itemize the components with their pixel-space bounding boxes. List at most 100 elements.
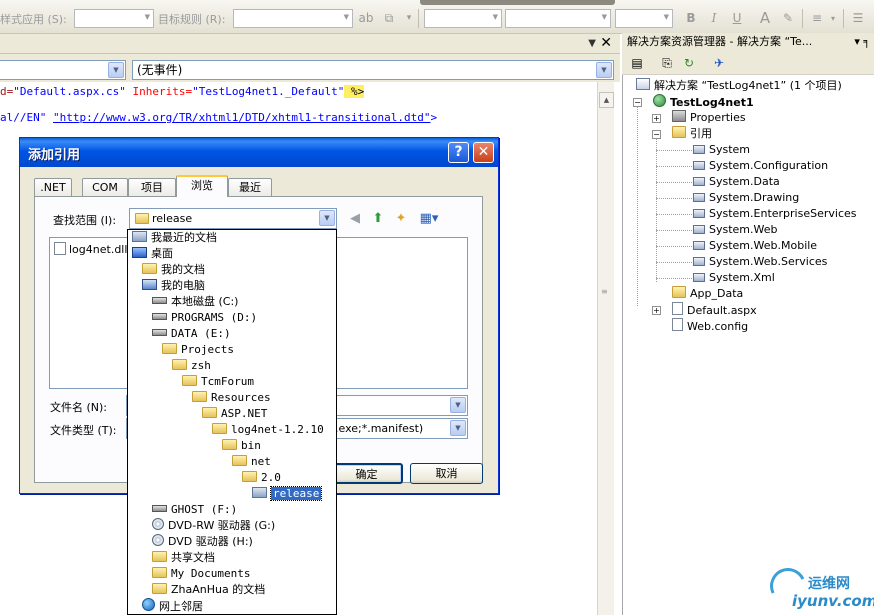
- watermark-domain: iyunv.com: [792, 592, 874, 610]
- reference-item[interactable]: System.Data: [693, 174, 780, 190]
- font-color-icon[interactable]: A: [756, 10, 774, 27]
- target-rule-combo[interactable]: [233, 9, 353, 28]
- project-node[interactable]: TestLog4net1: [653, 94, 754, 110]
- look-in-item[interactable]: ZhaAnHua 的文档: [152, 582, 265, 598]
- reference-item[interactable]: System.Web.Mobile: [693, 238, 817, 254]
- block-format-combo[interactable]: [424, 9, 502, 28]
- copy-style-icon[interactable]: ⧉: [380, 10, 398, 27]
- font-name-combo[interactable]: [505, 9, 611, 28]
- properties-node[interactable]: Properties: [672, 110, 746, 126]
- look-in-item[interactable]: 共享文档: [152, 550, 215, 566]
- reference-item[interactable]: System.EnterpriseServices: [693, 206, 857, 222]
- look-in-dropdown-list[interactable]: 我最近的文档 桌面 我的文档 我的电脑 本地磁盘 (C:) PROGRAMS (…: [127, 229, 337, 615]
- tab-recent[interactable]: 最近: [228, 178, 272, 196]
- editor-vertical-scrollbar[interactable]: ▲ ≡: [597, 82, 614, 615]
- tree-line: [656, 230, 692, 231]
- config-file-icon: [672, 318, 683, 331]
- look-in-combo[interactable]: release ▼: [129, 208, 337, 229]
- expand-icon[interactable]: +: [652, 114, 661, 123]
- look-in-item[interactable]: DATA (E:): [152, 326, 231, 342]
- close-button[interactable]: ✕: [473, 142, 494, 163]
- reference-item[interactable]: System.Web: [693, 222, 778, 238]
- look-in-item[interactable]: 网上邻居: [142, 598, 203, 614]
- dialog-titlebar[interactable]: 添加引用 ? ✕: [20, 138, 498, 167]
- show-all-files-icon[interactable]: ⎘: [658, 54, 676, 72]
- editor-tab-menu-icon[interactable]: ▼: [588, 38, 596, 49]
- window-position-icon[interactable]: ▾ ╕: [854, 33, 870, 51]
- default-aspx-node[interactable]: Default.aspx: [672, 302, 757, 318]
- view-menu-icon[interactable]: ▦▾: [416, 210, 442, 228]
- font-size-combo[interactable]: [615, 9, 673, 28]
- look-in-item[interactable]: 我的文档: [142, 262, 205, 278]
- look-in-item[interactable]: net: [232, 454, 271, 470]
- look-in-item[interactable]: My Documents: [152, 566, 250, 582]
- look-in-item[interactable]: DVD-RW 驱动器 (G:): [152, 518, 275, 534]
- refresh-icon[interactable]: ↻: [680, 54, 698, 72]
- tab-browse[interactable]: 浏览: [176, 175, 228, 197]
- look-in-item[interactable]: zsh: [172, 358, 211, 374]
- solution-node[interactable]: 解决方案 “TestLog4net1” (1 个项目): [636, 78, 842, 94]
- italic-button[interactable]: I: [705, 10, 723, 27]
- new-folder-icon[interactable]: ✦: [392, 210, 410, 228]
- chevron-down-icon[interactable]: ▼: [108, 62, 124, 78]
- look-in-item[interactable]: Resources: [192, 390, 271, 406]
- references-node[interactable]: 引用: [672, 126, 712, 142]
- scroll-up-button[interactable]: ▲: [599, 92, 614, 108]
- collapse-icon[interactable]: −: [652, 130, 661, 139]
- reference-item[interactable]: System: [693, 142, 750, 158]
- chevron-down-icon[interactable]: ▼: [450, 397, 466, 413]
- bold-button[interactable]: B: [682, 10, 700, 27]
- reference-item[interactable]: System.Configuration: [693, 158, 828, 174]
- look-in-item[interactable]: 2.0: [242, 470, 281, 486]
- file-list-item[interactable]: log4net.dll: [54, 242, 127, 256]
- look-in-item[interactable]: TcmForum: [182, 374, 254, 390]
- apply-style-icon[interactable]: ab: [357, 10, 375, 27]
- highlight-icon[interactable]: ✎: [779, 10, 797, 27]
- bullet-list-icon[interactable]: ☰: [849, 10, 867, 27]
- chevron-down-icon[interactable]: ▼: [596, 62, 612, 78]
- underline-button[interactable]: U: [728, 10, 746, 27]
- chevron-down-icon[interactable]: ▼: [450, 420, 466, 436]
- look-in-item[interactable]: PROGRAMS (D:): [152, 310, 257, 326]
- tab-com[interactable]: COM: [82, 178, 128, 196]
- back-icon[interactable]: ◀: [346, 210, 364, 228]
- reference-item[interactable]: System.Drawing: [693, 190, 799, 206]
- look-in-item[interactable]: DVD 驱动器 (H:): [152, 534, 253, 550]
- toolbar-overflow-icon[interactable]: ▾: [400, 10, 418, 27]
- reference-item[interactable]: System.Xml: [693, 270, 775, 286]
- app-data-node[interactable]: App_Data: [672, 286, 743, 302]
- copy-website-icon[interactable]: ✈: [710, 54, 728, 72]
- properties-icon[interactable]: ▤: [628, 54, 646, 72]
- web-config-node[interactable]: Web.config: [672, 318, 748, 334]
- solution-explorer-title: 解决方案资源管理器 - 解决方案 “Te... ▾ ╕: [622, 33, 874, 51]
- reference-label: System.Configuration: [709, 159, 829, 172]
- object-combo[interactable]: ▼: [0, 60, 126, 80]
- event-combo[interactable]: (无事件) ▼: [132, 60, 614, 80]
- tab-dotnet[interactable]: .NET: [34, 178, 72, 196]
- cancel-button[interactable]: 取消: [410, 463, 483, 484]
- look-in-item[interactable]: 桌面: [132, 246, 173, 262]
- solution-tree[interactable]: 解决方案 “TestLog4net1” (1 个项目) − TestLog4ne…: [622, 75, 874, 615]
- collapse-icon[interactable]: −: [633, 98, 642, 107]
- ok-button[interactable]: 确定: [330, 463, 403, 484]
- look-in-item[interactable]: 我的电脑: [142, 278, 205, 294]
- tab-projects[interactable]: 项目: [128, 178, 176, 196]
- justify-dropdown-icon[interactable]: ▾: [824, 10, 842, 27]
- tree-line: [656, 166, 692, 167]
- look-in-item[interactable]: 我最近的文档: [132, 230, 217, 246]
- reference-item[interactable]: System.Web.Services: [693, 254, 827, 270]
- scroll-grip-icon[interactable]: ≡: [601, 287, 608, 296]
- look-in-item[interactable]: log4net-1.2.10: [212, 422, 324, 438]
- look-in-item[interactable]: bin: [222, 438, 261, 454]
- chevron-down-icon[interactable]: ▼: [319, 210, 335, 226]
- editor-close-icon[interactable]: ✕: [600, 35, 612, 51]
- look-in-item[interactable]: ASP.NET: [202, 406, 267, 422]
- look-in-item[interactable]: 本地磁盘 (C:): [152, 294, 238, 310]
- style-apply-combo[interactable]: [74, 9, 154, 28]
- look-in-item-selected[interactable]: release: [252, 486, 323, 502]
- help-button[interactable]: ?: [448, 142, 469, 163]
- up-folder-icon[interactable]: ⬆: [369, 210, 387, 228]
- look-in-item[interactable]: Projects: [162, 342, 234, 358]
- expand-icon[interactable]: +: [652, 306, 661, 315]
- look-in-item[interactable]: GHOST (F:): [152, 502, 237, 518]
